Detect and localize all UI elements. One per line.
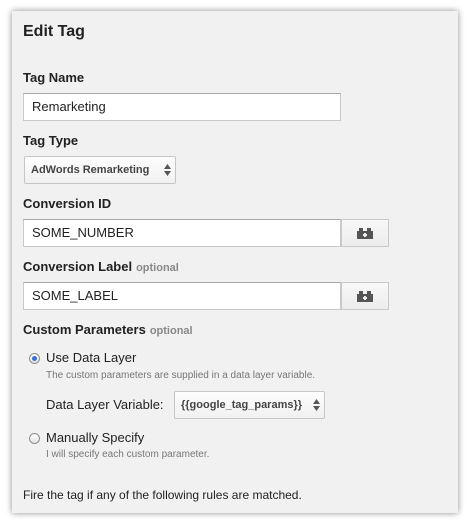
conversion-label-macro-button[interactable]	[341, 282, 389, 310]
macro-brick-icon	[357, 290, 373, 302]
data-layer-variable-select[interactable]: {{google_tag_params}}	[174, 391, 325, 419]
data-layer-variable-label: Data Layer Variable:	[46, 397, 164, 412]
tag-type-select[interactable]: AdWords Remarketing	[24, 156, 176, 184]
tag-name-input[interactable]: Remarketing	[23, 93, 341, 121]
rules-description: Fire the tag if any of the following rul…	[23, 488, 302, 502]
tag-type-label: Tag Type	[23, 133, 79, 148]
custom-parameters-text: Custom Parameters	[23, 322, 146, 337]
tag-name-label: Tag Name	[23, 70, 85, 85]
custom-parameters-label: Custom Parameters optional	[23, 322, 193, 337]
data-layer-variable-selected: {{google_tag_params}}	[181, 399, 303, 411]
manually-specify-radio[interactable]	[29, 433, 40, 444]
use-data-layer-radio[interactable]	[29, 353, 40, 364]
tag-type-selected: AdWords Remarketing	[31, 164, 150, 176]
optional-tag: optional	[136, 262, 179, 274]
conversion-id-macro-button[interactable]	[341, 219, 389, 247]
use-data-layer-help: The custom parameters are supplied in a …	[46, 370, 316, 381]
conversion-id-input[interactable]: SOME_NUMBER	[23, 219, 341, 247]
conversion-label-input[interactable]: SOME_LABEL	[23, 282, 341, 310]
use-data-layer-label[interactable]: Use Data Layer	[46, 350, 136, 365]
conversion-label-label: Conversion Label optional	[23, 259, 179, 274]
manually-specify-help: I will specify each custom parameter.	[46, 449, 210, 460]
conversion-id-label: Conversion ID	[23, 196, 112, 211]
macro-brick-icon	[357, 227, 373, 239]
conversion-label-text: Conversion Label	[23, 259, 133, 274]
edit-tag-panel: Edit Tag Tag Name Remarketing Tag Type A…	[12, 11, 458, 513]
select-arrows-icon	[164, 164, 171, 176]
select-arrows-icon	[313, 399, 320, 411]
manually-specify-label[interactable]: Manually Specify	[46, 430, 144, 445]
optional-tag: optional	[149, 325, 193, 337]
dialog-title: Edit Tag	[23, 23, 85, 40]
